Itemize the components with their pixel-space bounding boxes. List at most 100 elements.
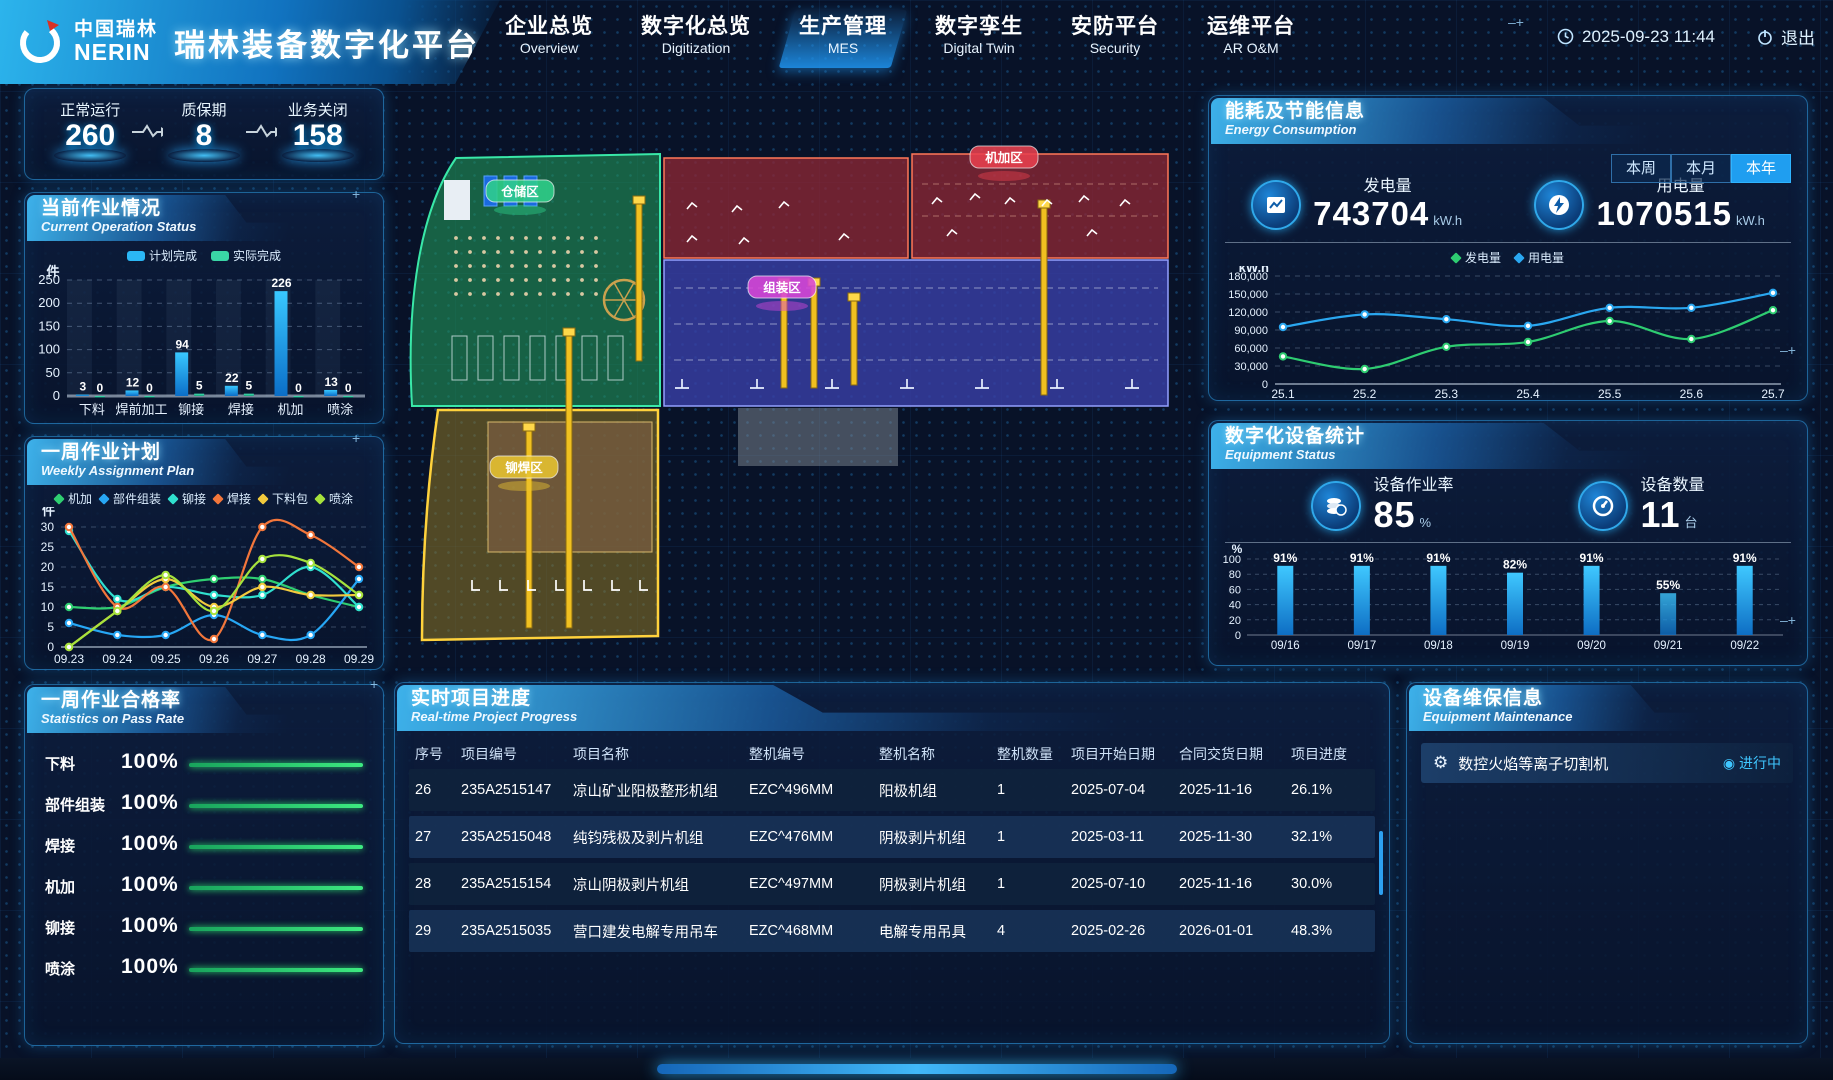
pass-rate-rows: 下料100%部件组装100%焊接100%机加100%铆接100%喷涂100% <box>25 750 383 979</box>
table-cell: 26.1% <box>1291 782 1369 798</box>
energy-tab-本月[interactable]: 本月 <box>1671 154 1731 183</box>
svg-text:80: 80 <box>1229 569 1241 581</box>
svg-text:0: 0 <box>96 381 103 395</box>
panel-title-cn: 一周作业合格率 <box>41 690 381 712</box>
nav-tab-overview[interactable]: 企业总览Overview <box>505 14 593 58</box>
footer <box>0 1058 1833 1080</box>
panel-head: 当前作业情况 Current Operation Status <box>27 195 381 241</box>
stat-质保期: 质保期8 <box>163 99 245 162</box>
svg-text:13: 13 <box>324 375 338 389</box>
legend-weekly-plan: 机加部件组装铆接焊接下料包喷涂 <box>25 490 383 507</box>
svg-text:25.1: 25.1 <box>1271 387 1295 401</box>
table-cell: 28 <box>415 876 461 892</box>
equipment-bar-chart: 020406080100%91%09/1691%09/1791%09/1882%… <box>1209 543 1807 655</box>
nav-tab-security[interactable]: 安防平台Security <box>1071 14 1159 58</box>
legend-item[interactable]: 发电量 <box>1452 249 1501 266</box>
metric-unit: 台 <box>1685 515 1698 530</box>
panel-title-cn: 设备维保信息 <box>1423 688 1805 710</box>
table-row[interactable]: 27235A2515048纯钧残极及剥片机组EZC^476MM阴极剥片机组120… <box>409 816 1375 858</box>
legend-item[interactable]: 计划完成 <box>127 247 197 264</box>
svg-text:15: 15 <box>41 580 55 594</box>
table-cell: 2025-02-26 <box>1071 923 1179 939</box>
generation-chart-icon <box>1264 193 1288 217</box>
svg-text:94: 94 <box>175 337 189 351</box>
legend-item[interactable]: 实际完成 <box>211 247 281 264</box>
table-row[interactable]: 26235A2515147凉山矿业阳极整形机组EZC^496MM阳极机组1202… <box>409 769 1375 811</box>
legend-item[interactable]: 部件组装 <box>100 490 161 507</box>
deco-plus: –+ <box>1780 342 1796 358</box>
factory-floor-map[interactable]: 仓储区组装区机加区铆焊区 <box>392 88 1194 678</box>
panel-head: 一周作业计划 Weekly Assignment Plan <box>27 439 381 485</box>
maintenance-item[interactable]: ⚙ 数控火焰等离子切割机 ◉ 进行中 <box>1421 743 1793 783</box>
table-scrollbar[interactable] <box>1379 831 1383 895</box>
legend-item[interactable]: 铆接 <box>169 490 206 507</box>
device-count-icon <box>1591 494 1615 518</box>
table-row[interactable]: 28235A2515154凉山阴极剥片机组EZC^497MM阴极剥片机组1202… <box>409 863 1375 905</box>
pass-rate-progress-bar <box>189 968 363 972</box>
energy-period-tabs: 本周本月本年 <box>1611 154 1791 183</box>
legend-item[interactable]: 机加 <box>55 490 92 507</box>
energy-tab-本周[interactable]: 本周 <box>1611 154 1671 183</box>
nav-label-en: Overview <box>505 40 593 58</box>
svg-text:22: 22 <box>225 371 239 385</box>
panel-title-en: Weekly Assignment Plan <box>41 464 381 479</box>
svg-text:91%: 91% <box>1350 551 1374 565</box>
pass-rate-row: 铆接100% <box>45 914 363 938</box>
svg-text:铆接: 铆接 <box>178 402 204 417</box>
table-cell: EZC^497MM <box>749 876 879 892</box>
nav-label-cn: 企业总览 <box>505 14 593 40</box>
svg-text:5: 5 <box>245 379 252 393</box>
nav-tab-ar-o-m[interactable]: 运维平台AR O&M <box>1207 14 1295 58</box>
table-cell: 电解专用吊具 <box>879 921 997 942</box>
legend-marker <box>167 493 178 504</box>
pass-rate-value: 100% <box>121 955 179 979</box>
metric-label: 设备作业率 <box>1373 477 1453 495</box>
legend-marker <box>98 493 109 504</box>
legend-item[interactable]: 用电量 <box>1515 249 1564 266</box>
nav-tab-mes[interactable]: 生产管理MES <box>799 14 887 58</box>
svg-text:60,000: 60,000 <box>1234 343 1268 355</box>
pass-rate-label: 部件组装 <box>45 794 111 815</box>
svg-text:25.4: 25.4 <box>1516 387 1540 401</box>
panel-title-en: Current Operation Status <box>41 220 381 235</box>
svg-text:20: 20 <box>1229 615 1241 627</box>
svg-text:09.27: 09.27 <box>247 652 277 666</box>
svg-text:30,000: 30,000 <box>1234 361 1268 373</box>
legend-marker <box>257 493 268 504</box>
nav-tab-digital-twin[interactable]: 数字孪生Digital Twin <box>935 14 1023 58</box>
energy-tab-本年[interactable]: 本年 <box>1731 154 1791 183</box>
project-progress-table: 序号项目编号项目名称整机编号整机名称整机数量项目开始日期合同交货日期项目进度 2… <box>409 739 1375 952</box>
logout-button[interactable]: 退出 <box>1781 24 1815 49</box>
table-cell: 阴极剥片机组 <box>879 827 997 848</box>
brand: 中国瑞林 NERIN 瑞林装备数字化平台 <box>0 0 500 84</box>
svg-text:25.7: 25.7 <box>1761 387 1785 401</box>
svg-text:09.29: 09.29 <box>344 652 374 666</box>
table-cell: 1 <box>997 876 1071 892</box>
nav-tab-digitization[interactable]: 数字化总览Digitization <box>641 14 751 58</box>
flow-arrow-icon <box>245 123 276 139</box>
legend-item[interactable]: 下料包 <box>259 490 308 507</box>
table-cell: 4 <box>997 923 1071 939</box>
pass-rate-row: 机加100% <box>45 873 363 897</box>
table-column-header: 序号 <box>415 744 461 764</box>
svg-text:09/19: 09/19 <box>1501 640 1530 652</box>
svg-text:铆焊区: 铆焊区 <box>505 460 543 475</box>
svg-text:09/18: 09/18 <box>1424 640 1453 652</box>
svg-text:仓储区: 仓储区 <box>500 184 539 199</box>
legend-item[interactable]: 喷涂 <box>316 490 353 507</box>
metric-unit: % <box>1420 515 1432 530</box>
svg-text:焊接: 焊接 <box>228 402 254 417</box>
panel-status-summary: 正常运行260质保期8业务关闭158 <box>24 88 384 180</box>
table-row[interactable]: 29235A2515035营口建发电解专用吊车EZC^468MM电解专用吊具42… <box>409 910 1375 952</box>
svg-text:09.28: 09.28 <box>296 652 326 666</box>
pass-rate-value: 100% <box>121 914 179 938</box>
svg-text:0: 0 <box>146 381 153 395</box>
svg-text:150,000: 150,000 <box>1228 289 1268 301</box>
table-cell: EZC^496MM <box>749 782 879 798</box>
legend-item[interactable]: 焊接 <box>214 490 251 507</box>
panel-head: 能耗及节能信息 Energy Consumption <box>1211 98 1805 144</box>
datetime: 2025-09-23 11:44 <box>1582 27 1715 47</box>
maintenance-status-badge: ◉ 进行中 <box>1723 753 1781 773</box>
svg-text:25: 25 <box>41 540 55 554</box>
legend-marker <box>212 493 223 504</box>
